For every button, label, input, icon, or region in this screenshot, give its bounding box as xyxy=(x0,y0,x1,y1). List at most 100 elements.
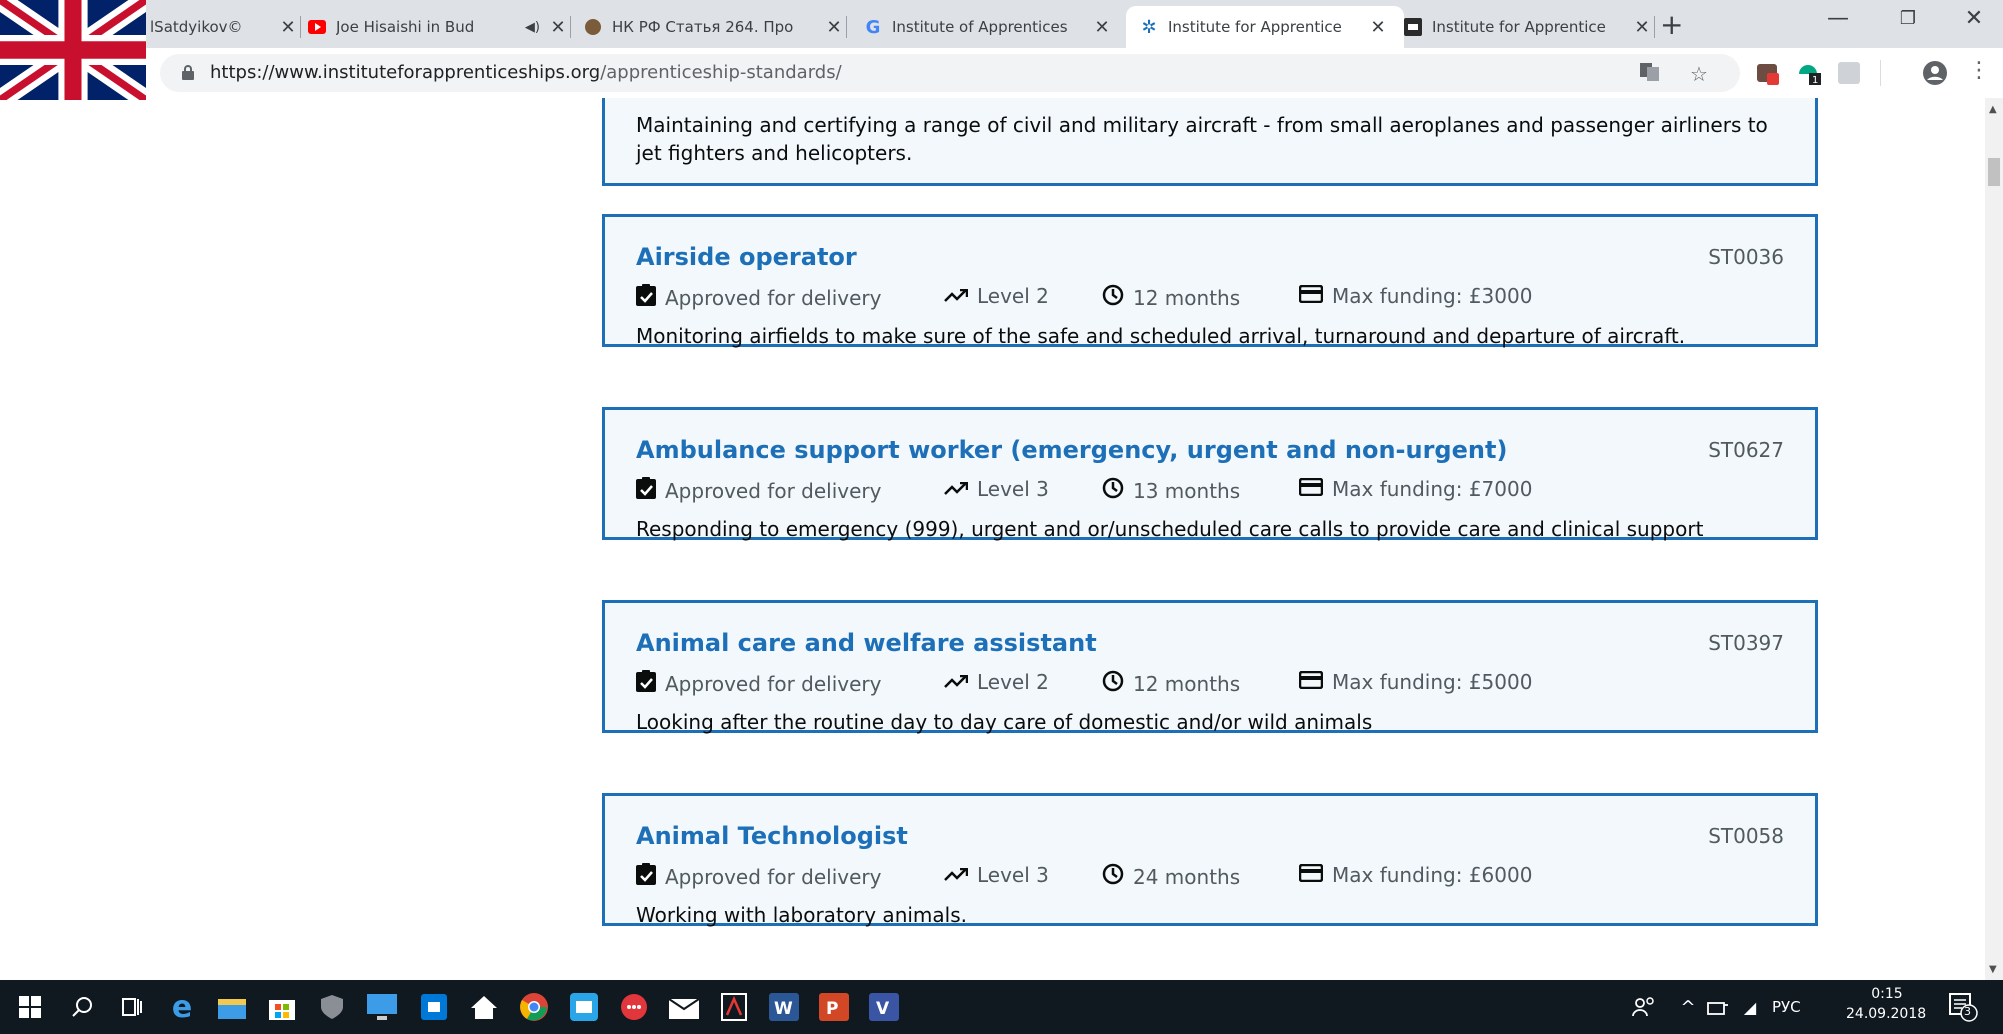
scrollbar-thumb[interactable] xyxy=(1988,158,2000,186)
tab-title: Institute for Apprentice xyxy=(1168,18,1342,36)
standard-card[interactable]: Animal care and welfare assistant ST0397… xyxy=(602,600,1818,734)
standard-card[interactable]: Animal Technologist ST0058 Approved for … xyxy=(602,793,1818,927)
trending-up-icon xyxy=(944,284,969,308)
store-icon[interactable] xyxy=(266,991,298,1023)
close-window-icon[interactable]: ✕ xyxy=(1944,6,2003,31)
tab-1[interactable]: lSatdyikov© ✕ xyxy=(150,6,301,48)
powerpoint-icon[interactable]: P xyxy=(818,991,850,1023)
vertical-scrollbar[interactable] xyxy=(1985,98,2003,980)
language-indicator[interactable]: РУС xyxy=(1772,998,1801,1016)
address-bar[interactable]: https://www.instituteforapprenticeships.… xyxy=(160,54,1740,92)
notification-center-icon[interactable]: 3 xyxy=(1948,992,1978,1026)
minimize-icon[interactable]: — xyxy=(1808,6,1868,31)
scroll-up-arrow-icon[interactable]: ▲ xyxy=(1989,104,1997,115)
close-icon[interactable]: ✕ xyxy=(1630,17,1654,38)
visio-icon[interactable]: V xyxy=(868,991,900,1023)
people-icon[interactable] xyxy=(1628,991,1660,1023)
word-icon[interactable]: W xyxy=(768,991,800,1023)
level-text: Level 2 xyxy=(977,284,1049,308)
menu-dots-icon[interactable]: ⋮ xyxy=(1968,58,1990,83)
standard-description: Working with laboratory animals. xyxy=(636,903,967,927)
network-icon[interactable] xyxy=(1702,991,1734,1023)
task-view-icon[interactable] xyxy=(116,991,148,1023)
browser-toolbar: https://www.instituteforapprenticeships.… xyxy=(0,48,2003,99)
credit-card-icon xyxy=(1298,670,1324,694)
file-explorer-icon[interactable] xyxy=(216,991,248,1023)
close-icon[interactable]: ✕ xyxy=(546,17,570,38)
clock-icon xyxy=(1102,477,1124,504)
profile-icon[interactable] xyxy=(1922,60,1948,90)
standard-title-link[interactable]: Ambulance support worker (emergency, urg… xyxy=(636,436,1507,464)
standard-description: Responding to emergency (999), urgent an… xyxy=(636,517,1704,541)
crown-logo-icon xyxy=(1404,18,1422,36)
close-icon[interactable]: ✕ xyxy=(276,17,300,38)
speaker-icon[interactable]: ◀) xyxy=(525,20,540,35)
shield-icon[interactable] xyxy=(316,991,348,1023)
windows-taskbar: e W P V ^ ◢ xyxy=(0,980,2003,1034)
extension-icon-2[interactable]: 1 xyxy=(1795,60,1823,90)
standard-card[interactable]: Maintaining and certifying a range of ci… xyxy=(602,98,1818,186)
level-text: Level 3 xyxy=(977,477,1049,501)
tab-2[interactable]: Joe Hisaishi in Bud ◀) ✕ xyxy=(308,6,571,48)
level-text: Level 2 xyxy=(977,670,1049,694)
lock-icon xyxy=(182,65,194,84)
pdf-icon[interactable] xyxy=(718,991,750,1023)
standard-title-link[interactable]: Animal care and welfare assistant xyxy=(636,629,1097,657)
close-icon[interactable]: ✕ xyxy=(1366,17,1390,38)
chat-icon[interactable] xyxy=(618,991,650,1023)
tab-title: Institute for Apprentice xyxy=(1432,18,1606,36)
clipboard-check-icon xyxy=(636,284,656,311)
home-icon[interactable] xyxy=(468,991,500,1023)
standard-code: ST0036 xyxy=(1708,245,1784,269)
clock-time[interactable]: 0:15 xyxy=(1856,986,1918,1002)
tab-6[interactable]: Institute for Apprentice ✕ xyxy=(1404,6,1655,48)
tab-title: lSatdyikov© xyxy=(150,18,243,36)
page-viewport: Maintaining and certifying a range of ci… xyxy=(0,98,1985,980)
mail-icon[interactable] xyxy=(668,991,700,1023)
standard-description: Monitoring airfields to make sure of the… xyxy=(636,324,1686,348)
extension-icon-1[interactable] xyxy=(1755,60,1781,90)
app-icon-blue[interactable] xyxy=(418,991,450,1023)
trending-up-icon xyxy=(944,863,969,887)
standard-card[interactable]: Airside operator ST0036 Approved for del… xyxy=(602,214,1818,348)
new-tab-button[interactable]: + xyxy=(1660,8,1683,41)
chrome-icon[interactable] xyxy=(518,991,550,1023)
funding-text: Max funding: £7000 xyxy=(1332,477,1533,501)
edge-icon[interactable]: e xyxy=(166,990,198,1025)
outlook-icon[interactable] xyxy=(568,991,600,1023)
close-icon[interactable]: ✕ xyxy=(1090,17,1114,38)
tab-title: Joe Hisaishi in Bud xyxy=(336,18,475,36)
tab-4[interactable]: G Institute of Apprentices ✕ xyxy=(864,6,1114,48)
tab-strip: lSatdyikov© ✕ Joe Hisaishi in Bud ◀) ✕ Н… xyxy=(0,0,2003,48)
clipboard-check-icon xyxy=(636,477,656,504)
scroll-down-arrow-icon[interactable]: ▼ xyxy=(1989,964,1997,975)
computer-icon[interactable] xyxy=(366,991,398,1023)
windows-start-icon[interactable] xyxy=(14,991,46,1023)
status-text: Approved for delivery xyxy=(665,478,882,503)
svg-text:V: V xyxy=(876,999,890,1019)
status-text: Approved for delivery xyxy=(665,864,882,889)
standard-card[interactable]: Ambulance support worker (emergency, urg… xyxy=(602,407,1818,541)
volume-icon[interactable]: ◢ xyxy=(1734,991,1766,1023)
standard-description: Looking after the routine day to day car… xyxy=(636,710,1373,734)
credit-card-icon xyxy=(1298,477,1324,501)
credit-card-icon xyxy=(1298,284,1324,308)
tab-title: НК РФ Статья 264. Про xyxy=(612,18,794,36)
standard-title-link[interactable]: Airside operator xyxy=(636,243,857,271)
tab-3[interactable]: НК РФ Статья 264. Про ✕ xyxy=(584,6,847,48)
funding-text: Max funding: £5000 xyxy=(1332,670,1533,694)
url-text[interactable]: https://www.instituteforapprenticeships.… xyxy=(210,62,842,83)
close-icon[interactable]: ✕ xyxy=(822,17,846,38)
site-icon xyxy=(584,18,602,36)
bookmark-star-icon[interactable]: ☆ xyxy=(1690,62,1708,86)
clock-date[interactable]: 24.09.2018 xyxy=(1846,1006,1926,1022)
standard-title-link[interactable]: Animal Technologist xyxy=(636,822,908,850)
chevron-up-icon[interactable]: ^ xyxy=(1672,991,1704,1023)
extension-icon-3[interactable] xyxy=(1838,62,1860,88)
svg-text:P: P xyxy=(826,999,838,1019)
tab-5-active[interactable]: ✲ Institute for Apprentice ✕ xyxy=(1126,6,1404,48)
restore-icon[interactable]: ❐ xyxy=(1878,8,1938,29)
search-icon[interactable] xyxy=(66,991,98,1023)
clipboard-check-icon xyxy=(636,863,656,890)
translate-icon[interactable] xyxy=(1640,63,1660,85)
